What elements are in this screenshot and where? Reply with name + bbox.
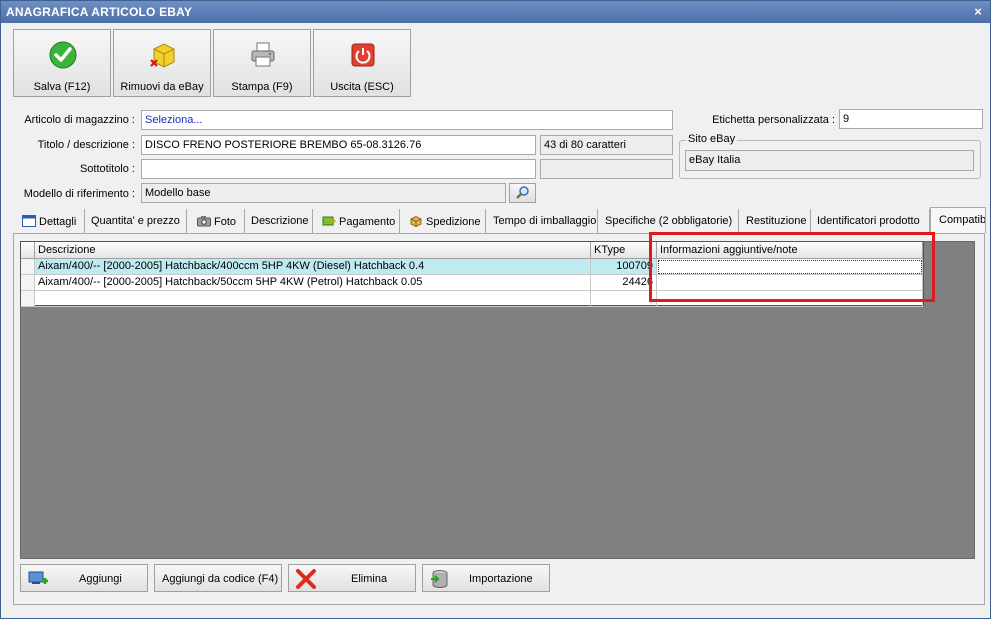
tab-label: Tempo di imballaggio [493, 215, 597, 227]
tab-label: Compatibilità [939, 214, 986, 226]
printer-icon [251, 42, 275, 67]
title-bar: ANAGRAFICA ARTICOLO EBAY × [1, 1, 990, 23]
row-selector[interactable] [21, 259, 35, 275]
payment-icon [322, 216, 336, 226]
add-button-label: Aggiungi [79, 573, 122, 585]
check-icon [49, 41, 77, 69]
box-remove-icon [150, 43, 175, 68]
tab-tempo-imballaggio[interactable]: Tempo di imballaggio [486, 209, 598, 233]
cell-descrizione[interactable]: Aixam/400/-- [2000-2005] Hatchback/50ccm… [35, 275, 591, 291]
column-header-descrizione[interactable]: Descrizione [35, 242, 591, 259]
power-icon [351, 43, 375, 67]
cell-descrizione[interactable]: Aixam/400/-- [2000-2005] Hatchback/400cc… [35, 259, 591, 275]
window-icon [22, 215, 36, 227]
tab-foto[interactable]: Foto [187, 209, 245, 233]
save-button[interactable]: Salva (F12) [13, 29, 111, 97]
tab-pagamento[interactable]: Pagamento [313, 209, 400, 233]
tab-label: Pagamento [339, 216, 396, 228]
articolo-selector[interactable]: Seleziona... [141, 110, 673, 130]
delete-button-label: Elimina [351, 573, 388, 585]
cell-descrizione[interactable] [35, 291, 591, 307]
row-selector[interactable] [21, 275, 35, 291]
exit-button[interactable]: Uscita (ESC) [313, 29, 411, 97]
etichetta-input[interactable]: 9 [839, 109, 983, 129]
delete-button[interactable]: Elimina [288, 564, 416, 592]
main-window: ANAGRAFICA ARTICOLO EBAY × Salva (F12) R… [0, 0, 991, 619]
tab-label: Spedizione [426, 216, 481, 228]
tab-label: Dettagli [39, 216, 77, 228]
cell-ktype[interactable] [591, 291, 657, 307]
tab-descrizione[interactable]: Descrizione [245, 209, 313, 233]
cell-ktype[interactable]: 100709 [591, 259, 657, 275]
row-selector[interactable] [21, 291, 35, 307]
column-header-ktype[interactable]: KType [591, 242, 657, 259]
import-icon [431, 570, 448, 588]
modello-search-button[interactable] [509, 183, 536, 203]
tab-spedizione[interactable]: Spedizione [400, 209, 486, 233]
tab-dettagli[interactable]: Dettagli [16, 209, 85, 233]
sito-ebay-field: eBay Italia [685, 150, 974, 171]
add-icon [28, 571, 48, 584]
exit-button-label: Uscita (ESC) [330, 81, 394, 93]
print-button-label: Stampa (F9) [231, 81, 293, 93]
tab-label: Quantita' e prezzo [91, 215, 180, 227]
titolo-label: Titolo / descrizione : [37, 139, 135, 151]
close-icon[interactable]: × [974, 4, 982, 19]
tab-restituzione[interactable]: Restituzione [739, 209, 811, 233]
tab-specifiche[interactable]: Specifiche (2 obbligatorie) [598, 209, 739, 233]
tab-label: Foto [214, 216, 237, 228]
articolo-label: Articolo di magazzino : [24, 114, 135, 126]
add-by-code-button[interactable]: Aggiungi da codice (F4) [154, 564, 282, 592]
remove-from-ebay-label: Rimuovi da eBay [120, 81, 204, 93]
save-button-label: Salva (F12) [33, 81, 91, 93]
sito-ebay-group: Sito eBay eBay Italia [679, 133, 981, 179]
titolo-input[interactable]: DISCO FRENO POSTERIORE BREMBO 65-08.3126… [141, 135, 536, 155]
sottotitolo-input[interactable] [141, 159, 536, 179]
cell-ktype[interactable]: 24426 [591, 275, 657, 291]
tab-label: Identificatori prodotto [817, 215, 920, 227]
etichetta-label: Etichetta personalizzata : [712, 114, 835, 126]
grid-corner [21, 242, 35, 259]
add-button[interactable]: Aggiungi [20, 564, 148, 592]
tab-quantita-prezzo[interactable]: Quantita' e prezzo [85, 209, 187, 233]
search-icon [516, 186, 529, 199]
modello-label: Modello di riferimento : [23, 188, 135, 200]
sottotitolo-count [540, 159, 673, 179]
window-title: ANAGRAFICA ARTICOLO EBAY [6, 5, 193, 19]
sito-ebay-title: Sito eBay [686, 133, 738, 145]
sottotitolo-label: Sottotitolo : [79, 163, 135, 175]
tab-label: Specifiche (2 obbligatorie) [605, 215, 733, 227]
shipping-icon [410, 215, 422, 227]
tab-compatibilita[interactable]: Compatibilità [930, 207, 986, 233]
add-by-code-label: Aggiungi da codice (F4) [162, 573, 279, 585]
import-button-label: Importazione [469, 573, 533, 585]
tab-label: Descrizione [251, 215, 309, 227]
annotation-highlight-box [649, 232, 935, 302]
import-button[interactable]: Importazione [422, 564, 550, 592]
camera-icon [197, 216, 211, 227]
char-count: 43 di 80 caratteri [540, 135, 673, 155]
tab-strip: Dettagli Quantita' e prezzo Foto Descriz… [16, 207, 986, 233]
print-button[interactable]: Stampa (F9) [213, 29, 311, 97]
modello-field: Modello base [141, 183, 506, 203]
tab-identificatori-prodotto[interactable]: Identificatori prodotto [811, 209, 930, 233]
remove-from-ebay-button[interactable]: Rimuovi da eBay [113, 29, 211, 97]
delete-icon [296, 569, 316, 589]
tab-label: Restituzione [746, 215, 807, 227]
